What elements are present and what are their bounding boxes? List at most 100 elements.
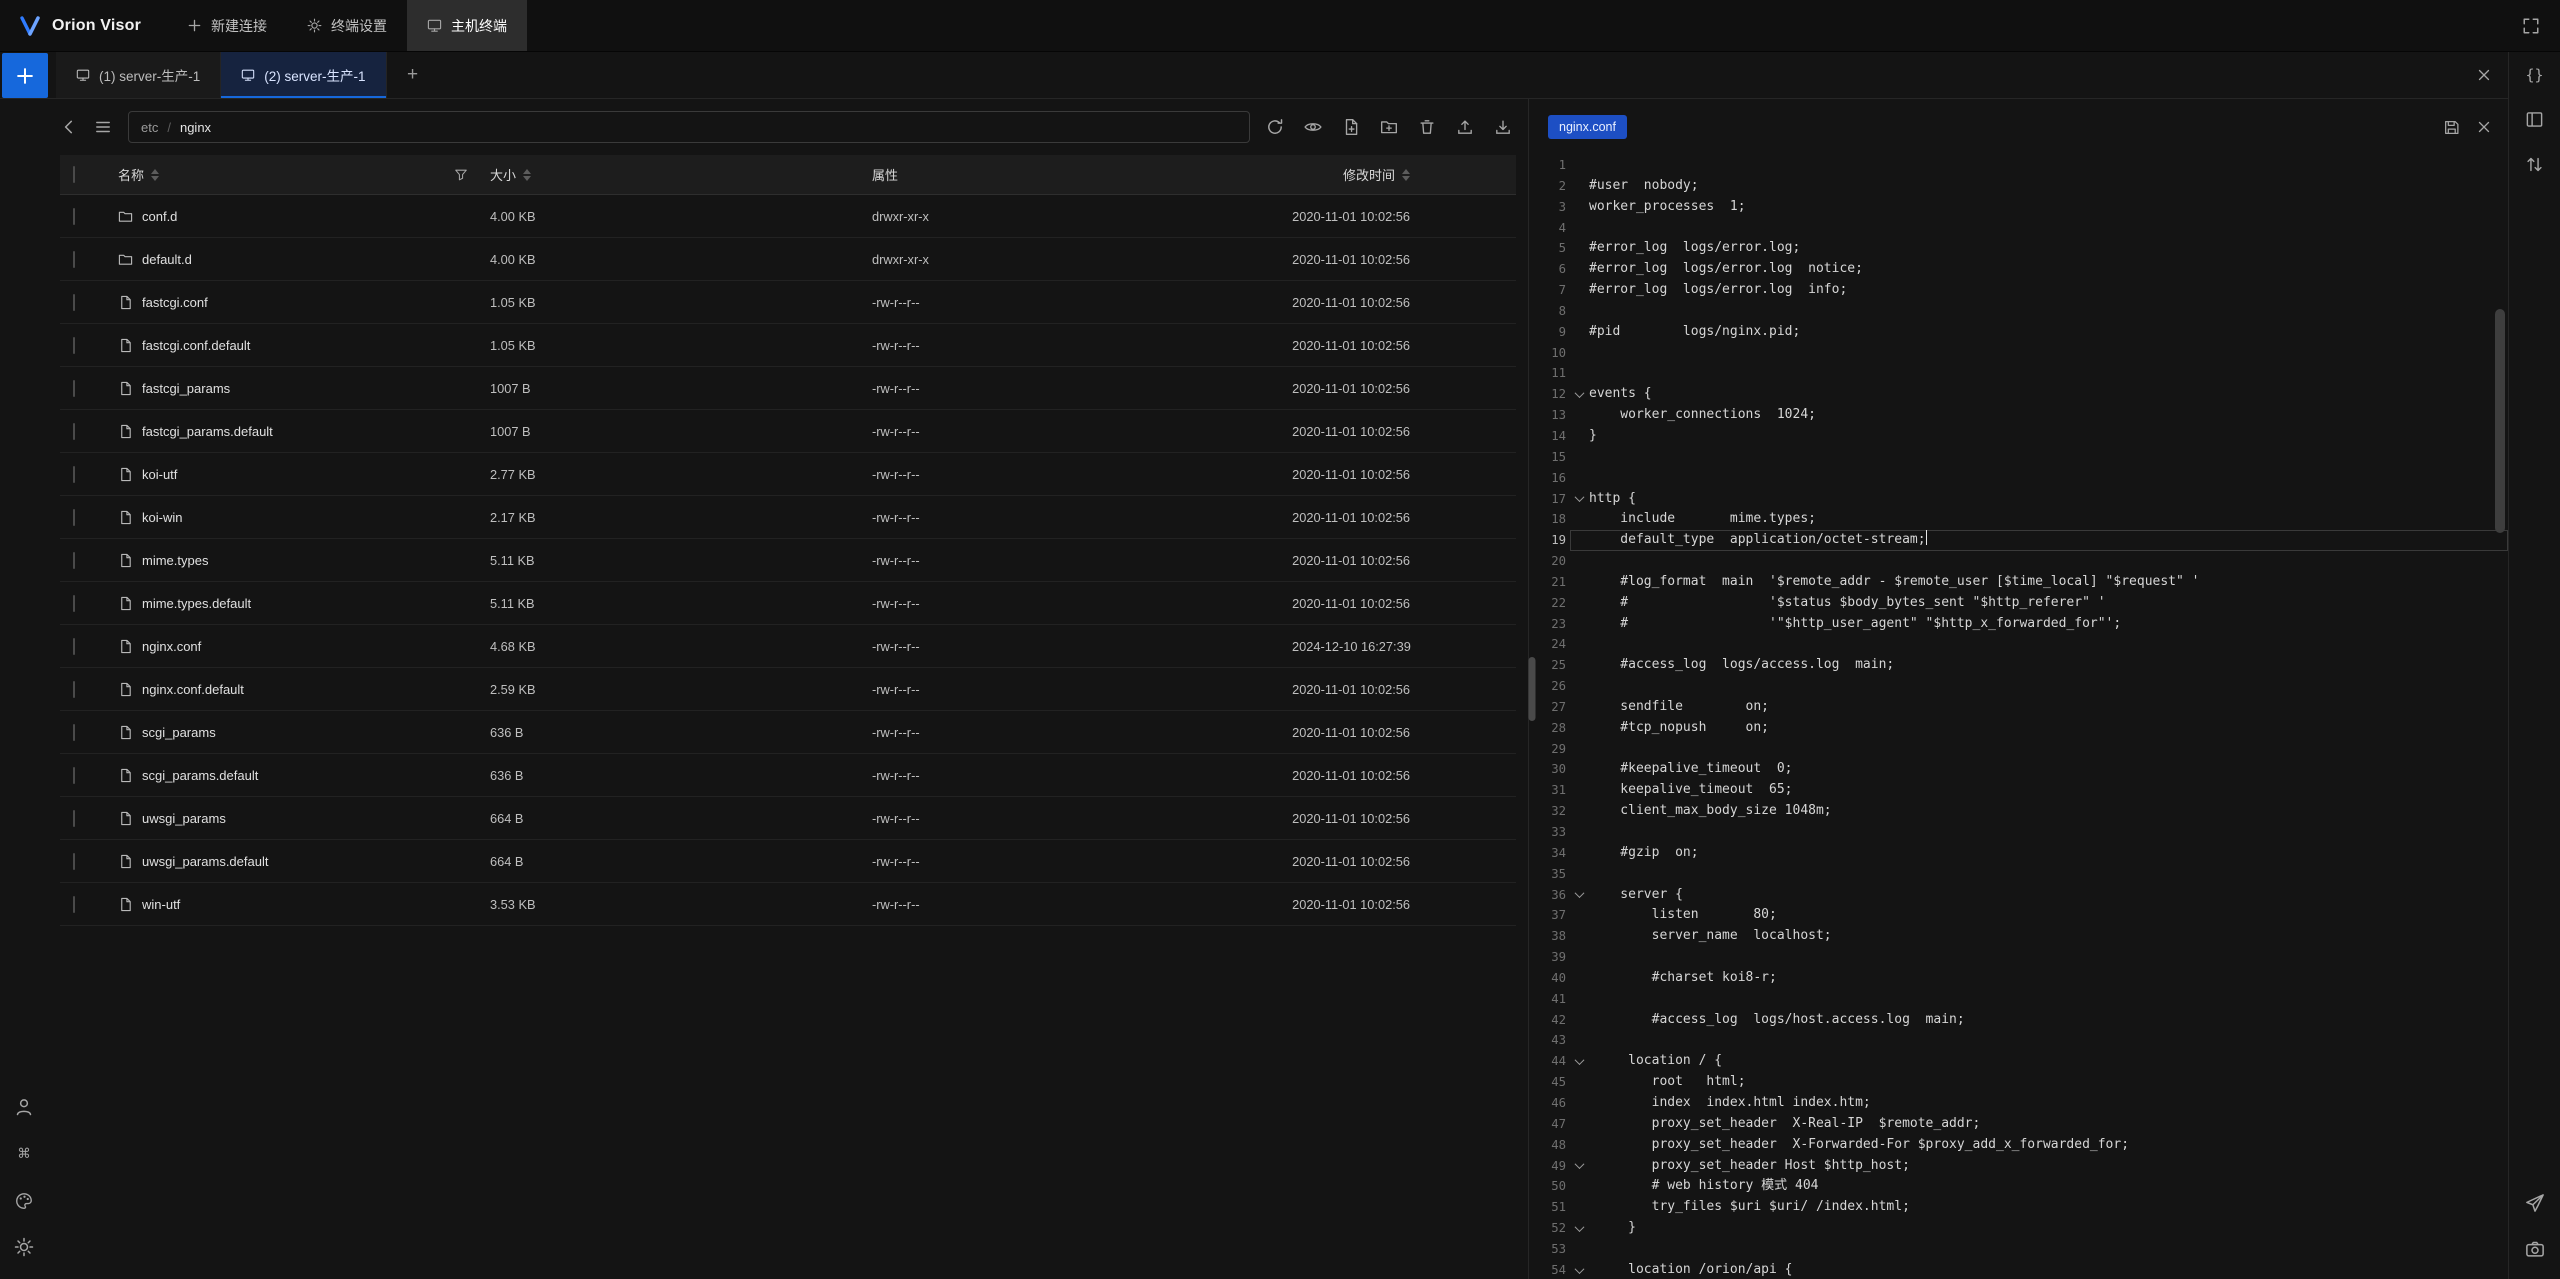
editor-panel-toggle-icon[interactable] xyxy=(2525,110,2544,129)
line-number: 19 xyxy=(1534,530,1570,551)
save-icon[interactable] xyxy=(2443,119,2460,136)
table-row[interactable]: uwsgi_params 664 B -rw-r--r-- 2020-11-01… xyxy=(60,797,1516,840)
row-checkbox[interactable] xyxy=(73,853,75,870)
file-mtime: 2020-11-01 10:02:56 xyxy=(1292,596,1516,611)
theme-palette-icon[interactable] xyxy=(14,1191,34,1211)
editor-file-tab[interactable]: nginx.conf xyxy=(1548,115,1627,139)
tab-server-1[interactable]: (1) server-生产-1 xyxy=(56,52,221,98)
file-attr: -rw-r--r-- xyxy=(872,338,1292,353)
row-checkbox[interactable] xyxy=(73,896,75,913)
fold-chevron-icon[interactable] xyxy=(1575,1160,1585,1170)
row-checkbox[interactable] xyxy=(73,509,75,526)
table-row[interactable]: nginx.conf.default 2.59 KB -rw-r--r-- 20… xyxy=(60,668,1516,711)
table-row[interactable]: conf.d 4.00 KB drwxr-xr-x 2020-11-01 10:… xyxy=(60,195,1516,238)
row-checkbox[interactable] xyxy=(73,208,75,225)
refresh-icon[interactable] xyxy=(1266,118,1284,136)
row-checkbox[interactable] xyxy=(73,767,75,784)
upload-icon[interactable] xyxy=(1456,118,1474,136)
table-row[interactable]: scgi_params 636 B -rw-r--r-- 2020-11-01 … xyxy=(60,711,1516,754)
fold-chevron-icon[interactable] xyxy=(1575,1222,1585,1232)
variables-braces-icon[interactable]: {} xyxy=(2525,66,2543,84)
sort-size[interactable] xyxy=(523,169,531,181)
menu-item-terminal-settings[interactable]: 终端设置 xyxy=(287,0,407,51)
row-checkbox[interactable] xyxy=(73,337,75,354)
menu-item-host-terminal[interactable]: 主机终端 xyxy=(407,0,527,51)
breadcrumb[interactable]: etc / nginx xyxy=(128,111,1250,143)
fold-chevron-icon[interactable] xyxy=(1575,1264,1585,1274)
transfer-list-icon[interactable] xyxy=(2525,155,2544,174)
download-icon[interactable] xyxy=(1494,118,1512,136)
table-row[interactable]: koi-utf 2.77 KB -rw-r--r-- 2020-11-01 10… xyxy=(60,453,1516,496)
code-text: include mime.types; xyxy=(1589,509,1816,530)
code-area[interactable]: 12#user nobody;3worker_processes 1;45#er… xyxy=(1534,155,2508,1279)
code-line: 43 xyxy=(1534,1030,2508,1051)
table-row[interactable]: nginx.conf 4.68 KB -rw-r--r-- 2024-12-10… xyxy=(60,625,1516,668)
breadcrumb-segment[interactable]: etc xyxy=(141,120,158,135)
file-icon xyxy=(118,596,133,611)
file-mtime: 2020-11-01 10:02:56 xyxy=(1292,811,1516,826)
row-checkbox[interactable] xyxy=(73,638,75,655)
row-checkbox[interactable] xyxy=(73,681,75,698)
row-checkbox[interactable] xyxy=(73,466,75,483)
table-row[interactable]: fastcgi_params.default 1007 B -rw-r--r--… xyxy=(60,410,1516,453)
select-all-checkbox[interactable] xyxy=(73,166,75,183)
editor-scrollbar-thumb[interactable] xyxy=(2495,309,2505,533)
table-row[interactable]: fastcgi.conf.default 1.05 KB -rw-r--r-- … xyxy=(60,324,1516,367)
new-terminal-button[interactable] xyxy=(2,53,48,98)
add-tab-button[interactable]: + xyxy=(399,64,427,86)
user-icon[interactable] xyxy=(14,1097,34,1117)
sort-name[interactable] xyxy=(151,169,159,181)
fold-chevron-icon[interactable] xyxy=(1575,493,1585,503)
code-line: 18 include mime.types; xyxy=(1534,509,2508,530)
delete-trash-icon[interactable] xyxy=(1418,118,1436,136)
row-checkbox[interactable] xyxy=(73,294,75,311)
code-editor[interactable]: 12#user nobody;3worker_processes 1;45#er… xyxy=(1534,155,2508,1279)
table-row[interactable]: win-utf 3.53 KB -rw-r--r-- 2020-11-01 10… xyxy=(60,883,1516,926)
fold-chevron-icon[interactable] xyxy=(1575,1055,1585,1065)
table-row[interactable]: mime.types.default 5.11 KB -rw-r--r-- 20… xyxy=(60,582,1516,625)
new-folder-icon[interactable] xyxy=(1380,118,1398,136)
table-row[interactable]: default.d 4.00 KB drwxr-xr-x 2020-11-01 … xyxy=(60,238,1516,281)
fullscreen-icon[interactable] xyxy=(2522,17,2540,35)
table-row[interactable]: koi-win 2.17 KB -rw-r--r-- 2020-11-01 10… xyxy=(60,496,1516,539)
code-line: 54 location /orion/api { xyxy=(1534,1260,2508,1279)
fold-chevron-icon[interactable] xyxy=(1575,889,1585,899)
shortcuts-command-icon[interactable]: ⌘ xyxy=(18,1143,29,1165)
row-checkbox[interactable] xyxy=(73,810,75,827)
code-line: 16 xyxy=(1534,468,2508,489)
filter-icon[interactable] xyxy=(454,168,468,182)
row-checkbox[interactable] xyxy=(73,595,75,612)
menu-item-new-connection[interactable]: 新建连接 xyxy=(167,0,287,51)
fold-chevron-icon[interactable] xyxy=(1575,388,1585,398)
tab-server-2[interactable]: (2) server-生产-1 xyxy=(221,52,386,98)
code-text: #log_format main '$remote_addr - $remote… xyxy=(1589,572,2199,593)
row-checkbox[interactable] xyxy=(73,380,75,397)
table-row[interactable]: scgi_params.default 636 B -rw-r--r-- 202… xyxy=(60,754,1516,797)
sort-mtime[interactable] xyxy=(1402,169,1410,181)
file-table: 名称 大小 属性 xyxy=(60,155,1516,1279)
back-icon[interactable] xyxy=(60,118,78,136)
line-number: 30 xyxy=(1534,759,1570,780)
row-checkbox[interactable] xyxy=(73,724,75,741)
send-command-icon[interactable] xyxy=(2525,1193,2545,1213)
list-view-icon[interactable] xyxy=(94,118,112,136)
table-row[interactable]: fastcgi.conf 1.05 KB -rw-r--r-- 2020-11-… xyxy=(60,281,1516,324)
close-editor-icon[interactable] xyxy=(2476,119,2492,135)
code-line: 47 proxy_set_header X-Real-IP $remote_ad… xyxy=(1534,1114,2508,1135)
new-file-icon[interactable] xyxy=(1342,118,1360,136)
close-panel-icon[interactable] xyxy=(2476,67,2492,83)
table-row[interactable]: mime.types 5.11 KB -rw-r--r-- 2020-11-01… xyxy=(60,539,1516,582)
code-text: listen 80; xyxy=(1589,905,1777,926)
row-checkbox[interactable] xyxy=(73,423,75,440)
row-checkbox[interactable] xyxy=(73,552,75,569)
row-checkbox[interactable] xyxy=(73,251,75,268)
line-number: 33 xyxy=(1534,822,1570,843)
table-row[interactable]: uwsgi_params.default 664 B -rw-r--r-- 20… xyxy=(60,840,1516,883)
table-row[interactable]: fastcgi_params 1007 B -rw-r--r-- 2020-11… xyxy=(60,367,1516,410)
screenshot-camera-icon[interactable] xyxy=(2525,1239,2545,1259)
code-line: 52 } xyxy=(1534,1218,2508,1239)
topbar: Orion Visor 新建连接 终端设置 主机终端 xyxy=(0,0,2560,52)
menu-item-label: 新建连接 xyxy=(211,16,267,36)
show-hidden-eye-icon[interactable] xyxy=(1304,118,1322,136)
settings-gear-icon[interactable] xyxy=(14,1237,34,1257)
